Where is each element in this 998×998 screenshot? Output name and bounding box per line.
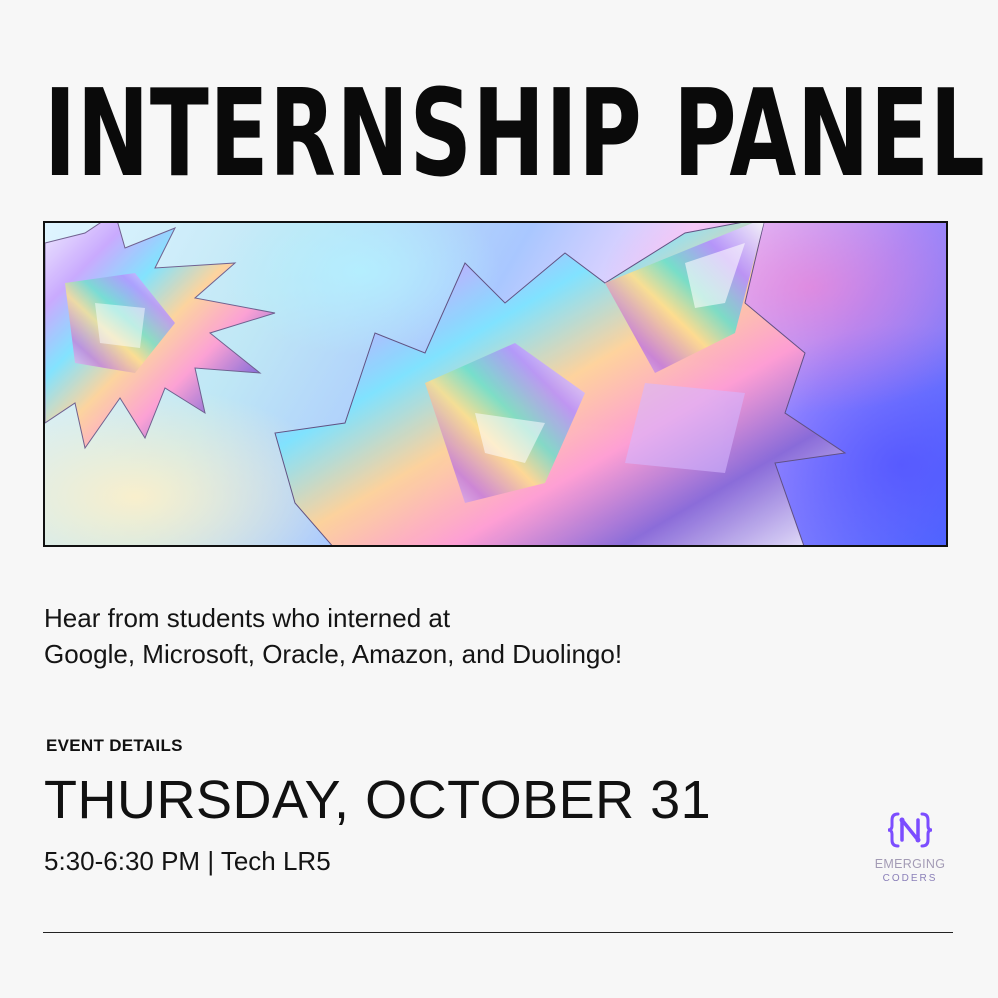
logo-subtitle: CODERS bbox=[882, 873, 938, 884]
event-title: INTERNSHIP PANEL bbox=[44, 65, 986, 204]
event-description: Hear from students who interned at Googl… bbox=[44, 600, 904, 672]
holographic-crystal-art bbox=[45, 223, 847, 545]
description-line-1: Hear from students who interned at bbox=[44, 603, 451, 633]
emerging-coders-logo: EMERGING CODERS bbox=[860, 808, 960, 886]
event-details-label: EVENT DETAILS bbox=[46, 736, 183, 755]
event-time-location: 5:30-6:30 PM | Tech LR5 bbox=[44, 846, 331, 876]
left-crystal-shape bbox=[45, 223, 276, 450]
hero-image bbox=[43, 221, 948, 547]
bottom-divider bbox=[43, 932, 953, 933]
description-line-2: Google, Microsoft, Oracle, Amazon, and D… bbox=[44, 639, 623, 669]
right-crystal-shape bbox=[274, 223, 847, 545]
event-date: THURSDAY, OCTOBER 31 bbox=[44, 770, 712, 830]
logo-name: EMERGING bbox=[874, 857, 946, 871]
emerging-coders-logo-icon bbox=[887, 812, 933, 848]
